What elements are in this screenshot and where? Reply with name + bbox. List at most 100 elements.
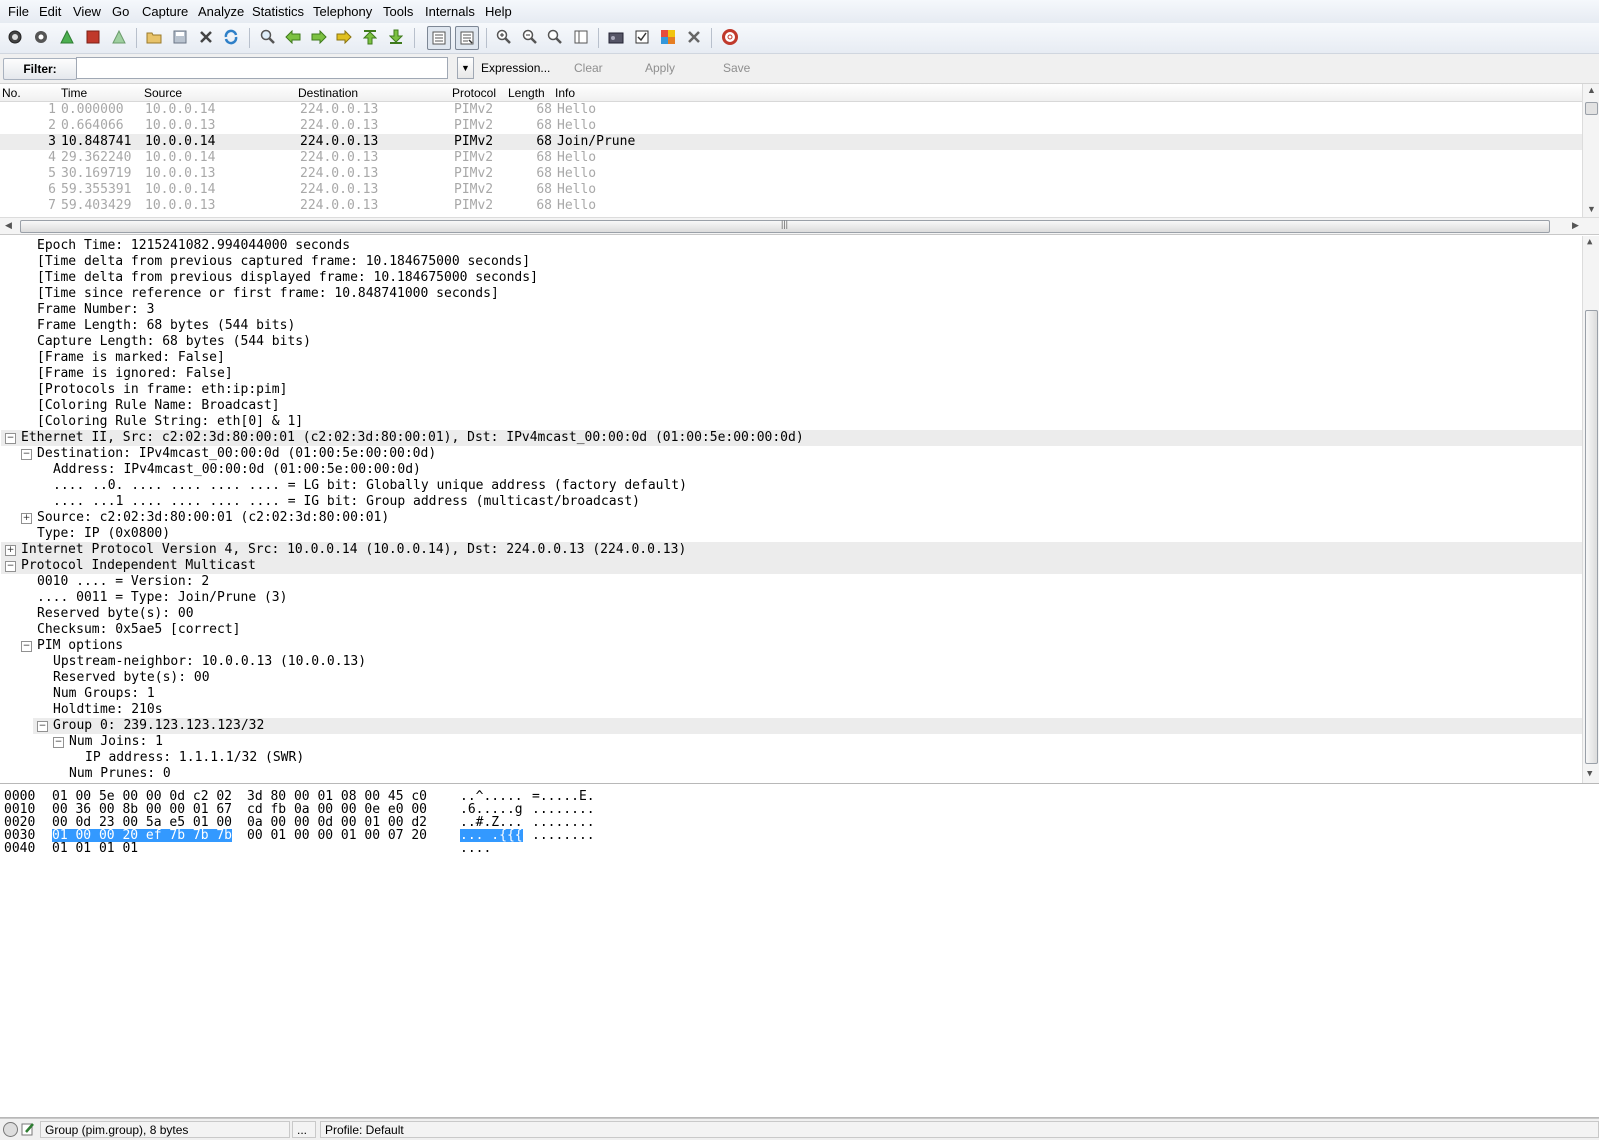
scroll-down-icon[interactable]: ▼	[1587, 204, 1596, 214]
tree-item[interactable]: Reserved byte(s): 00	[37, 606, 194, 622]
table-row[interactable]: 2 0.664066 10.0.0.13 224.0.0.13 PIMv2 68 Hello	[0, 118, 1582, 134]
tree-item[interactable]: .... ...1 .... .... .... .... = IG bit: …	[53, 494, 640, 510]
resize-columns-icon[interactable]	[571, 27, 591, 47]
table-row[interactable]: 7 59.403429 10.0.0.13 224.0.0.13 PIMv2 68 Hell…	[0, 198, 1582, 214]
tree-item[interactable]: [Time delta from previous displayed fram…	[37, 270, 538, 286]
tree-item[interactable]: [Protocols in frame: eth:ip:pim]	[37, 382, 287, 398]
go-to-packet-icon[interactable]	[334, 27, 354, 47]
table-row[interactable]: 6 59.355391 10.0.0.14 224.0.0.13 PIMv2 68 Hell…	[0, 182, 1582, 198]
open-file-icon[interactable]	[144, 27, 164, 47]
zoom-normal-icon[interactable]	[545, 27, 565, 47]
status-packets-info[interactable]: ...	[292, 1121, 316, 1138]
menu-capture[interactable]: Capture	[142, 4, 188, 19]
scroll-right-icon[interactable]: ▶	[1572, 220, 1579, 231]
tree-item[interactable]: 0010 .... = Version: 2	[37, 574, 209, 590]
tree-item[interactable]: Destination: IPv4mcast_00:00:0d (01:00:5…	[37, 446, 436, 462]
tree-item[interactable]: [Frame is marked: False]	[37, 350, 225, 366]
column-header-source[interactable]: Source	[144, 86, 182, 100]
tree-item[interactable]: Holdtime: 210s	[53, 702, 163, 718]
expert-info-icon[interactable]	[3, 1122, 18, 1137]
scroll-up-icon[interactable]: ▲	[1587, 85, 1596, 95]
table-row[interactable]: 1 0.000000 10.0.0.14 224.0.0.13 PIMv2 68 Hello	[0, 102, 1582, 118]
tree-item[interactable]: Checksum: 0x5ae5 [correct]	[37, 622, 241, 638]
tree-item[interactable]: Reserved byte(s): 00	[53, 670, 210, 686]
collapse-icon[interactable]: −	[53, 737, 64, 748]
menu-tools[interactable]: Tools	[383, 4, 413, 19]
tree-item[interactable]: [Coloring Rule Name: Broadcast]	[37, 398, 280, 414]
tree-item[interactable]: Upstream-neighbor: 10.0.0.13 (10.0.0.13)	[53, 654, 366, 670]
column-header-info[interactable]: Info	[555, 86, 575, 100]
tree-item[interactable]: .... 0011 = Type: Join/Prune (3)	[37, 590, 287, 606]
tree-item[interactable]: Frame Number: 3	[37, 302, 154, 318]
go-back-icon[interactable]	[283, 27, 303, 47]
collapse-icon[interactable]: −	[21, 641, 32, 652]
close-file-icon[interactable]	[196, 27, 216, 47]
comment-edit-icon[interactable]	[21, 1122, 35, 1136]
collapse-icon[interactable]: −	[37, 721, 48, 732]
tree-item[interactable]: PIM options	[37, 638, 123, 654]
preferences-icon[interactable]	[684, 27, 704, 47]
column-header-no[interactable]: No.	[2, 86, 21, 100]
tree-item[interactable]: Address: IPv4mcast_00:00:0d (01:00:5e:00…	[53, 462, 421, 478]
packet-bytes-pane[interactable]: 0000 01 00 5e 00 00 0d c2 02 3d 80 00 01 0…	[0, 786, 1599, 1118]
menu-telephony[interactable]: Telephony	[313, 4, 372, 19]
scroll-down-icon[interactable]: ▼	[1587, 769, 1592, 779]
tree-item[interactable]: Protocol Independent Multicast	[21, 558, 256, 574]
find-packet-icon[interactable]	[258, 27, 278, 47]
packet-list-horizontal-scrollbar[interactable]: ◀ ||| ▶	[0, 217, 1599, 234]
tree-item[interactable]: Type: IP (0x0800)	[37, 526, 170, 542]
capture-options-icon[interactable]	[31, 27, 51, 47]
scroll-thumb[interactable]	[1585, 102, 1598, 115]
tree-item[interactable]: Source: c2:02:3d:80:00:01 (c2:02:3d:80:0…	[37, 510, 389, 526]
tree-item[interactable]: Frame Length: 68 bytes (544 bits)	[37, 318, 295, 334]
tree-item[interactable]: Num Prunes: 0	[69, 766, 171, 782]
interfaces-icon[interactable]	[5, 27, 25, 47]
status-profile[interactable]: Profile: Default	[320, 1121, 1599, 1138]
collapse-icon[interactable]: −	[5, 433, 16, 444]
menu-file[interactable]: File	[8, 4, 29, 19]
expand-icon[interactable]: +	[21, 513, 32, 524]
packet-list-vertical-scrollbar[interactable]: ▲ ▼	[1582, 84, 1599, 217]
tree-item[interactable]: [Coloring Rule String: eth[0] & 1]	[37, 414, 303, 430]
zoom-out-icon[interactable]	[520, 27, 540, 47]
tree-item[interactable]: Num Joins: 1	[69, 734, 163, 750]
stop-capture-icon[interactable]	[83, 27, 103, 47]
go-to-last-icon[interactable]	[386, 27, 406, 47]
expand-icon[interactable]: +	[5, 545, 16, 556]
colorize-icon[interactable]	[427, 26, 451, 50]
apply-button[interactable]: Apply	[645, 61, 675, 75]
collapse-icon[interactable]: −	[5, 561, 16, 572]
clear-button[interactable]: Clear	[574, 61, 603, 75]
tree-item[interactable]: Capture Length: 68 bytes (544 bits)	[37, 334, 311, 350]
tree-item[interactable]: Epoch Time: 1215241082.994044000 seconds	[37, 238, 350, 254]
menu-internals[interactable]: Internals	[425, 4, 475, 19]
go-to-first-icon[interactable]	[360, 27, 380, 47]
tree-item[interactable]: Group 0: 239.123.123.123/32	[53, 718, 264, 734]
coloring-rules-icon[interactable]	[658, 27, 678, 47]
tree-item[interactable]: [Frame is ignored: False]	[37, 366, 233, 382]
table-row[interactable]: 4 29.362240 10.0.0.14 224.0.0.13 PIMv2 68 Hell…	[0, 150, 1582, 166]
capture-filters-icon[interactable]	[606, 27, 626, 47]
tree-item[interactable]: .... ..0. .... .... .... .... = LG bit: …	[53, 478, 687, 494]
menu-help[interactable]: Help	[485, 4, 512, 19]
column-header-time[interactable]: Time	[61, 86, 87, 100]
column-header-protocol[interactable]: Protocol	[452, 86, 496, 100]
filter-dropdown-button[interactable]: ▼	[457, 57, 474, 79]
scroll-up-icon[interactable]: ▲	[1587, 237, 1592, 247]
save-file-icon[interactable]	[170, 27, 190, 47]
tree-item[interactable]: [Time since reference or first frame: 10…	[37, 286, 499, 302]
table-row[interactable]: 3 10.848741 10.0.0.14 224.0.0.13 PIMv2 68 Join…	[0, 134, 1582, 150]
tree-item[interactable]: IP address: 1.1.1.1/32 (SWR)	[85, 750, 304, 766]
menu-statistics[interactable]: Statistics	[252, 4, 304, 19]
tree-item[interactable]: [Time delta from previous captured frame…	[37, 254, 530, 270]
reload-icon[interactable]	[221, 27, 241, 47]
tree-item[interactable]: Ethernet II, Src: c2:02:3d:80:00:01 (c2:…	[21, 430, 804, 446]
display-filters-icon[interactable]	[632, 27, 652, 47]
filter-button[interactable]: Filter:	[3, 58, 77, 80]
save-filter-button[interactable]: Save	[723, 61, 750, 75]
menu-go[interactable]: Go	[112, 4, 129, 19]
tree-item[interactable]: Internet Protocol Version 4, Src: 10.0.0…	[21, 542, 686, 558]
menu-view[interactable]: View	[73, 4, 101, 19]
expression-button[interactable]: Expression...	[481, 61, 550, 75]
scroll-thumb[interactable]: |||	[20, 219, 1550, 233]
